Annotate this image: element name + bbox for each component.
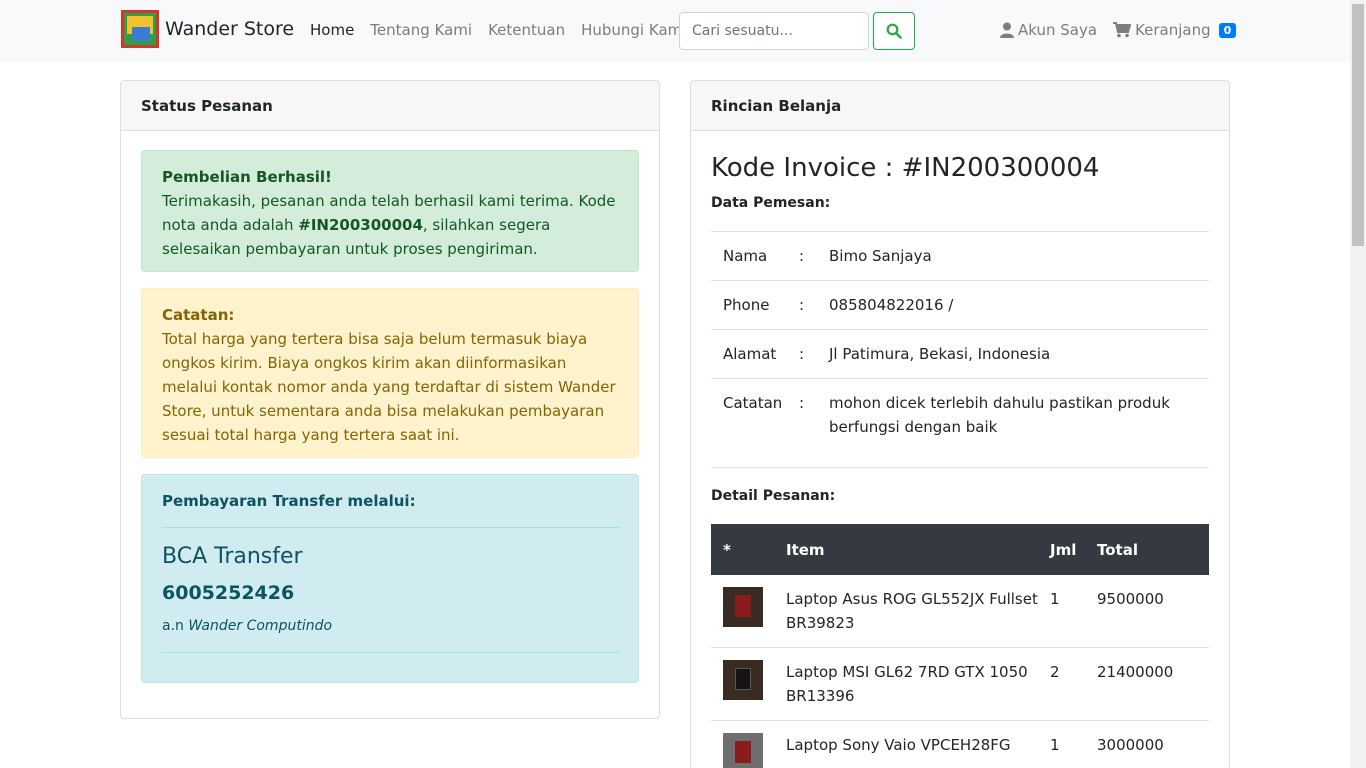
cart-count-badge: 0 [1218, 22, 1237, 38]
page-scrollbar[interactable] [1350, 0, 1366, 768]
search-input[interactable] [679, 12, 869, 50]
note-alert: Catatan: Total harga yang tertera bisa s… [141, 288, 639, 458]
product-code: BR39823 [786, 614, 855, 632]
column-header: Total [1097, 540, 1138, 559]
search-icon [886, 23, 902, 39]
customer-key: Catatan [723, 394, 783, 412]
note-text: Total harga yang tertera bisa saja belum… [162, 330, 616, 444]
table-row: Laptop MSI GL62 7RD GTX 1050 BR13396 2 2… [711, 648, 1209, 721]
customer-row-address: Alamat : Jl Patimura, Bekasi, Indonesia [711, 329, 1209, 378]
account-label: Akun Saya [1018, 21, 1098, 39]
product-thumbnail[interactable] [723, 733, 763, 768]
order-detail-label: Detail Pesanan: [711, 488, 836, 504]
customer-data-table: Nama : Bimo Sanjaya Phone : 085804822016… [711, 231, 1209, 468]
divider [162, 652, 619, 653]
product-name: Laptop Sony Vaio VPCEH28FG [786, 736, 1011, 754]
customer-key: Nama [723, 247, 768, 265]
product-name: Laptop Asus ROG GL552JX Fullset [786, 590, 1038, 608]
table-row: Laptop Sony Vaio VPCEH28FG 1 3000000 [711, 721, 1209, 768]
brand[interactable]: Wander Store [121, 10, 294, 48]
product-total: 21400000 [1097, 663, 1174, 681]
nav-item-home[interactable]: Home [310, 21, 354, 39]
note-title: Catatan: [162, 306, 235, 324]
order-table-header: * Item Jml Total [711, 524, 1209, 575]
customer-sep: : [799, 345, 805, 363]
invoice-details-header: Rincian Belanja [691, 81, 1229, 131]
nav-item-ketentuan[interactable]: Ketentuan [488, 21, 565, 39]
customer-sep: : [799, 247, 805, 265]
product-thumbnail[interactable] [723, 587, 763, 627]
table-row: Laptop Asus ROG GL552JX Fullset BR39823 … [711, 575, 1209, 648]
customer-sep: : [799, 394, 805, 412]
invoice-title: Kode Invoice : #IN200300004 [711, 153, 1100, 183]
order-status-header: Status Pesanan [121, 81, 659, 131]
divider [162, 527, 619, 528]
product-total: 3000000 [1097, 736, 1164, 754]
brand-name: Wander Store [165, 18, 295, 40]
bank-name: BCA Transfer [162, 544, 303, 569]
nav-item-tentang-kami[interactable]: Tentang Kami [370, 21, 472, 39]
account-link[interactable]: Akun Saya [1000, 21, 1097, 39]
main-nav: Home Tentang Kami Ketentuan Hubungi Kami [310, 21, 686, 39]
customer-key: Phone [723, 296, 770, 314]
nav-item-hubungi-kami[interactable]: Hubungi Kami [581, 21, 686, 39]
scrollbar-thumb[interactable] [1352, 4, 1364, 246]
product-total: 9500000 [1097, 590, 1164, 608]
customer-value: Bimo Sanjaya [829, 247, 932, 265]
customer-sep: : [799, 296, 805, 314]
customer-key: Alamat [723, 345, 777, 363]
owner-prefix: a.n [162, 618, 189, 634]
purchase-success-alert: Pembelian Berhasil! Terimakasih, pesanan… [141, 150, 639, 272]
customer-value: Jl Patimura, Bekasi, Indonesia [829, 345, 1051, 363]
customer-value: mohon dicek terlebih dahulu pastikan pro… [829, 394, 1170, 436]
customer-value: 085804822016 / [829, 296, 954, 314]
order-table: * Item Jml Total Laptop Asus ROG GL552JX… [711, 524, 1209, 768]
search-button[interactable] [873, 12, 915, 50]
payment-title: Pembayaran Transfer melalui: [162, 492, 416, 510]
order-status-card: Status Pesanan Pembelian Berhasil! Terim… [120, 80, 660, 719]
success-title: Pembelian Berhasil! [162, 168, 332, 186]
product-qty: 1 [1050, 590, 1060, 608]
product-qty: 1 [1050, 736, 1060, 754]
bank-account-owner: a.n Wander Computindo [162, 614, 332, 638]
product-thumbnail[interactable] [723, 660, 763, 700]
user-icon [1000, 22, 1014, 38]
customer-data-label: Data Pemesan: [711, 195, 831, 211]
bank-account-number: 6005252426 [162, 582, 295, 604]
store-logo-icon [121, 10, 159, 48]
product-code: BR13396 [786, 687, 855, 705]
customer-row-note: Catatan : mohon dicek terlebih dahulu pa… [711, 378, 1209, 467]
customer-row-name: Nama : Bimo Sanjaya [711, 231, 1209, 280]
divider [711, 467, 1209, 468]
customer-row-phone: Phone : 085804822016 / [711, 280, 1209, 329]
product-qty: 2 [1050, 663, 1060, 681]
column-header: Item [786, 540, 825, 559]
navbar: Wander Store Home Tentang Kami Ketentuan… [0, 0, 1350, 62]
user-nav: Akun Saya Keranjang 0 [1000, 21, 1237, 39]
owner-name: Wander Computindo [188, 618, 333, 634]
cart-link[interactable]: Keranjang 0 [1113, 21, 1237, 39]
cart-icon [1113, 22, 1132, 38]
product-name: Laptop MSI GL62 7RD GTX 1050 [786, 663, 1028, 681]
column-header: * [723, 540, 731, 559]
invoice-details-card: Rincian Belanja Kode Invoice : #IN200300… [690, 80, 1230, 768]
cart-label: Keranjang [1135, 21, 1211, 39]
payment-info-alert: Pembayaran Transfer melalui: BCA Transfe… [141, 474, 639, 683]
success-invoice-code: #IN200300004 [298, 216, 423, 234]
column-header: Jml [1050, 540, 1077, 559]
